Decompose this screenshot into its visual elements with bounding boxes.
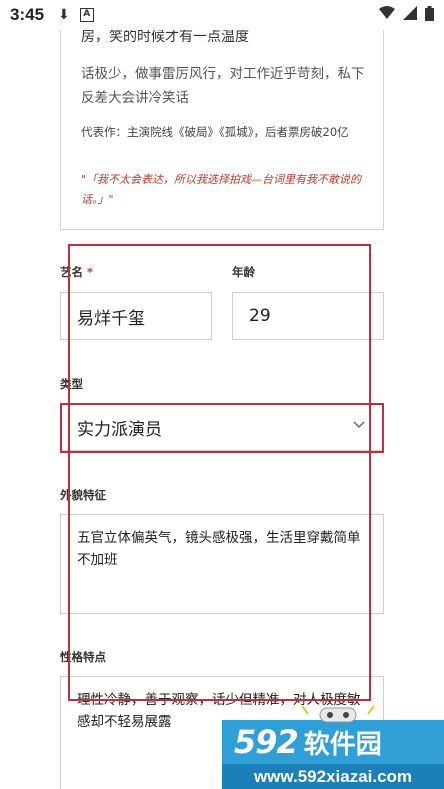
chevron-down-icon <box>353 421 365 429</box>
battery-icon <box>425 5 434 25</box>
watermark-logo: 592 软件园 www.592xiazai.com <box>222 720 444 789</box>
type-value: 实力派演员 <box>77 419 162 440</box>
app-notification-icon: A <box>79 8 94 22</box>
type-select[interactable]: 实力派演员 <box>60 403 384 451</box>
intro-works: 代表作：主演院线《破局》《孤城》，后者票房破20亿 <box>81 125 349 139</box>
appearance-textarea[interactable]: 五官立体偏英气，镜头感极强，生活里穿戴简单不加班 <box>60 514 384 614</box>
intro-text-2: 话极少，做事雷厉风行，对工作近乎苛刻，私下反差大会讲冷笑话 <box>81 66 365 106</box>
age-input[interactable]: 29 <box>232 292 384 340</box>
required-mark: * <box>87 265 94 279</box>
download-icon: ⬇ <box>58 7 70 23</box>
signal-icon <box>403 6 417 24</box>
age-label: 年龄 <box>232 265 255 279</box>
watermark-url: www.592xiazai.com <box>222 764 444 789</box>
status-indicators <box>379 5 434 25</box>
intro-quote: "「我不太会表达，所以我选择拍戏—台词里有我不敢说的话。」" <box>81 173 362 206</box>
wifi-icon <box>379 6 395 24</box>
watermark-mascot-icon <box>301 705 375 723</box>
character-intro-card: 房，笑的时候才有一点温度 话极少，做事雷厉风行，对工作近乎苛刻，私下反差大会讲冷… <box>60 10 384 230</box>
stage-name-input[interactable]: 易烊千玺 <box>60 292 212 340</box>
personality-label: 性格特点 <box>60 650 106 664</box>
watermark-brand: 592 软件园 <box>222 720 444 764</box>
watermark-brand-text: 软件园 <box>303 729 382 760</box>
age-value: 29 <box>249 306 271 326</box>
type-label: 类型 <box>60 377 83 391</box>
stage-name-label: 艺名 * <box>60 265 94 279</box>
watermark-brand-number: 592 <box>234 723 299 761</box>
stage-name-value: 易烊千玺 <box>77 308 145 329</box>
status-bar: 3:45 ⬇ A <box>0 0 444 30</box>
status-time: 3:45 <box>10 5 45 24</box>
appearance-value: 五官立体偏英气，镜头感极强，生活里穿戴简单不加班 <box>77 530 361 568</box>
appearance-label: 外貌特征 <box>60 488 106 502</box>
